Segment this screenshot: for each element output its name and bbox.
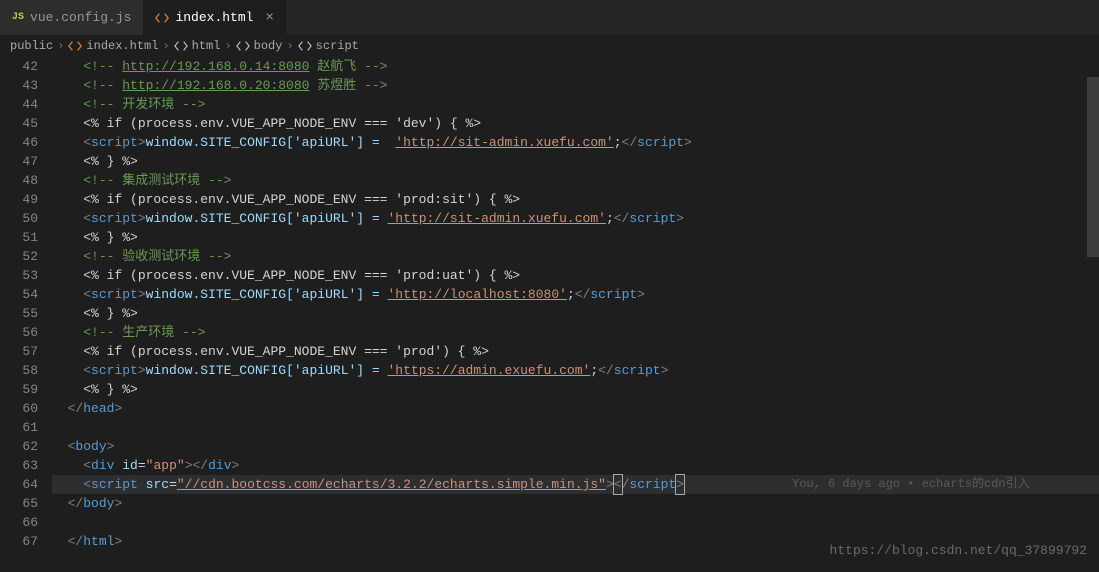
git-blame: You, 6 days ago • echarts的cdn引入 — [792, 475, 1030, 494]
breadcrumb-item[interactable]: script — [316, 39, 359, 53]
html-icon — [68, 39, 82, 53]
tab-label: vue.config.js — [30, 10, 131, 25]
breadcrumb-item[interactable]: public — [10, 39, 53, 53]
scrollbar[interactable] — [1087, 77, 1099, 257]
tab-bar: JS vue.config.js index.html × — [0, 0, 1099, 35]
tab-vue-config[interactable]: JS vue.config.js — [0, 0, 143, 35]
symbol-icon — [174, 39, 188, 53]
symbol-icon — [298, 39, 312, 53]
breadcrumb: public › index.html › html › body › scri… — [0, 35, 1099, 57]
html-icon — [155, 10, 169, 25]
symbol-icon — [236, 39, 250, 53]
chevron-right-icon: › — [286, 39, 293, 53]
tab-label: index.html — [175, 10, 253, 25]
line-numbers: 4243444546474849505152535455565758596061… — [0, 57, 52, 572]
code-area[interactable]: <!-- http://192.168.0.14:8080 赵航飞 --> <!… — [52, 57, 1099, 572]
chevron-right-icon: › — [57, 39, 64, 53]
chevron-right-icon: › — [162, 39, 169, 53]
js-icon: JS — [12, 12, 24, 23]
breadcrumb-item[interactable]: index.html — [86, 39, 158, 53]
close-icon[interactable]: × — [265, 10, 273, 26]
chevron-right-icon: › — [224, 39, 231, 53]
breadcrumb-item[interactable]: html — [192, 39, 221, 53]
watermark: https://blog.csdn.net/qq_37899792 — [830, 543, 1087, 558]
editor[interactable]: 4243444546474849505152535455565758596061… — [0, 57, 1099, 572]
tab-index-html[interactable]: index.html × — [143, 0, 285, 35]
breadcrumb-item[interactable]: body — [254, 39, 283, 53]
